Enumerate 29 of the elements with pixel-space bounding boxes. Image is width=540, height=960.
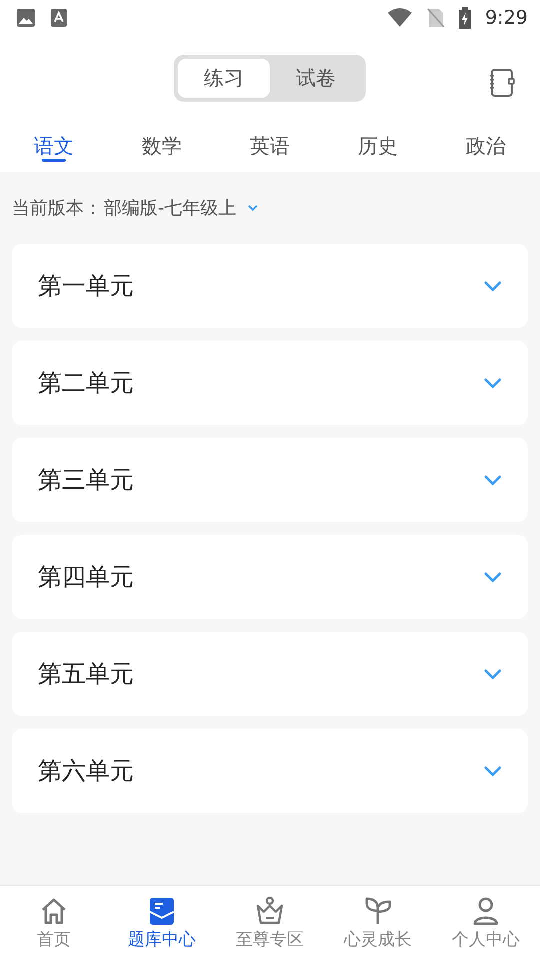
nav-item[interactable]: 题库中心 [108,886,216,960]
subject-tab[interactable]: 历史 [324,120,432,172]
unit-card[interactable]: 第二单元 [12,341,528,425]
subject-tab[interactable]: 数学 [108,120,216,172]
mode-tab[interactable]: 练习 [178,58,270,98]
notebook-icon[interactable] [488,68,516,98]
unit-card[interactable]: 第一单元 [12,244,528,328]
edition-label: 当前版本： [12,197,102,220]
mode-tab[interactable]: 试卷 [270,58,362,98]
unit-card[interactable]: 第三单元 [12,438,528,522]
wifi-icon [387,8,414,28]
image-icon [16,8,36,28]
chevron-icon [246,204,258,212]
crown-icon [254,896,286,926]
no-sim-icon [427,8,446,28]
battery-icon [459,7,472,29]
unit-card[interactable]: 第六单元 [12,729,528,813]
text-icon [50,8,68,28]
nav-item[interactable]: 个人中心 [432,886,540,960]
nav-item[interactable]: 首页 [0,886,108,960]
subject-tab[interactable]: 语文 [0,120,108,172]
nav-item[interactable]: 至尊专区 [216,886,324,960]
subject-tab[interactable]: 英语 [216,120,324,172]
status-time: 9:29 [485,7,528,29]
subject-tab[interactable]: 政治 [432,120,540,172]
edition-dropdown[interactable]: 部编版-七年级上 [104,196,258,220]
unit-card[interactable]: 第四单元 [12,535,528,619]
nav-item[interactable]: 心灵成长 [324,886,432,960]
unit-card[interactable]: 第五单元 [12,632,528,716]
